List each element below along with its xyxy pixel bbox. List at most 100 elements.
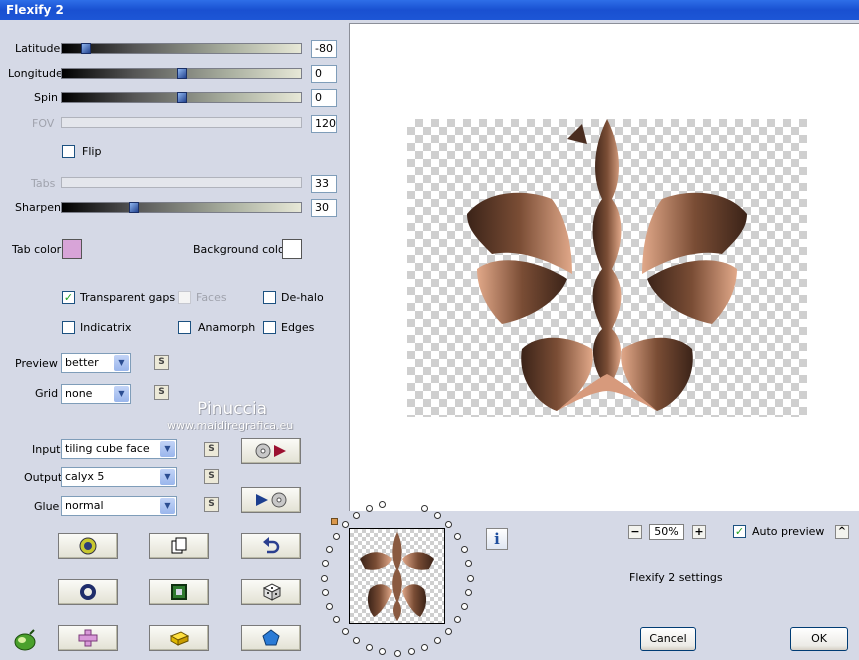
glue-select[interactable]: normal ▼	[61, 496, 177, 516]
navigator-ring-dot[interactable]	[454, 616, 462, 624]
spin-slider-thumb[interactable]	[176, 92, 187, 103]
glue-shortcut-button[interactable]: S	[204, 497, 219, 512]
random-settings-button[interactable]	[58, 533, 118, 559]
indicatrix-checkbox[interactable]	[62, 321, 75, 334]
flexify-logo-icon	[14, 629, 36, 651]
spin-label: Spin	[34, 91, 58, 104]
latitude-slider[interactable]	[61, 43, 302, 54]
navigator-ring-dot[interactable]	[341, 627, 349, 635]
title-bar: Flexify 2	[0, 0, 859, 20]
navigator-ring-dot[interactable]	[341, 521, 349, 529]
spin-value[interactable]: 0	[311, 89, 337, 107]
edges-checkbox[interactable]	[263, 321, 276, 334]
navigator-ring-dot[interactable]	[326, 545, 334, 553]
chevron-down-icon: ▼	[160, 469, 175, 485]
settings-name: Flexify 2 settings	[629, 571, 723, 584]
de-halo-checkbox[interactable]	[263, 291, 276, 304]
chevron-down-icon: ▼	[160, 441, 175, 457]
navigator-ring-dot[interactable]	[407, 648, 415, 656]
undo-button[interactable]	[241, 533, 301, 559]
navigator-ring-dot[interactable]	[434, 636, 442, 644]
chevron-down-icon: ▼	[160, 498, 175, 514]
info-button[interactable]: i	[486, 528, 508, 550]
navigator-ring-dot[interactable]	[466, 574, 474, 582]
sharpen-slider-thumb[interactable]	[128, 202, 139, 213]
spin-slider[interactable]	[61, 92, 302, 103]
navigator-ring-dot[interactable]	[445, 521, 453, 529]
pentagon-shape-button[interactable]	[241, 625, 301, 651]
background-color-swatch[interactable]	[282, 239, 302, 259]
ok-button[interactable]: OK	[790, 627, 848, 651]
navigator-ring-dot[interactable]	[365, 505, 373, 513]
navigator-ring-dot[interactable]	[332, 616, 340, 624]
tabs-value: 33	[311, 175, 337, 193]
cross-shape-button[interactable]	[58, 625, 118, 651]
pentagon-icon	[262, 629, 280, 646]
navigator-ring-dot[interactable]	[434, 512, 442, 520]
output-select[interactable]: calyx 5 ▼	[61, 467, 177, 487]
navigator-ring-dot[interactable]	[465, 589, 473, 597]
export-image-button[interactable]	[241, 487, 301, 513]
anamorph-checkbox[interactable]	[178, 321, 191, 334]
chevron-down-icon: ▼	[114, 386, 129, 402]
cancel-button[interactable]: Cancel	[640, 627, 696, 651]
navigator-ring-dot[interactable]	[460, 545, 468, 553]
preview-flexified-image	[467, 119, 747, 411]
preview-canvas[interactable]	[349, 23, 859, 511]
edges-label: Edges	[281, 321, 315, 334]
input-value: tiling cube face	[65, 442, 150, 455]
navigator-ring-dot[interactable]	[465, 559, 473, 567]
navigator-ring-dot[interactable]	[332, 532, 340, 540]
output-label: Output	[24, 471, 63, 484]
navigator-ring-dot[interactable]	[326, 603, 334, 611]
navigator-ring-dot[interactable]	[320, 574, 328, 582]
navigator-ring-dot[interactable]	[421, 643, 429, 651]
navigator-ring-dot[interactable]	[321, 589, 329, 597]
navigator-ring-dot[interactable]	[379, 648, 387, 656]
longitude-slider[interactable]	[61, 68, 302, 79]
preview-shortcut-button[interactable]: S	[154, 355, 169, 370]
brick-button[interactable]	[149, 625, 209, 651]
tab-color-swatch[interactable]	[62, 239, 82, 259]
glue-label: Glue	[34, 500, 60, 513]
faces-checkbox	[178, 291, 191, 304]
navigator-thumbnail[interactable]	[349, 528, 445, 624]
square-shape-button[interactable]	[149, 579, 209, 605]
navigator-ring-dot[interactable]	[454, 532, 462, 540]
navigator-ring-dot[interactable]	[393, 649, 401, 657]
navigator-ring-dot[interactable]	[352, 636, 360, 644]
navigator-ring-dot[interactable]	[421, 505, 429, 513]
navigator-ring-dot[interactable]	[460, 603, 468, 611]
zoom-in-button[interactable]: +	[692, 525, 706, 539]
window-title: Flexify 2	[6, 3, 64, 17]
import-image-button[interactable]	[241, 438, 301, 464]
latitude-slider-thumb[interactable]	[80, 43, 91, 54]
flip-label: Flip	[82, 145, 102, 158]
input-select[interactable]: tiling cube face ▼	[61, 439, 177, 459]
navigator-ring-dot[interactable]	[352, 512, 360, 520]
longitude-slider-thumb[interactable]	[176, 68, 187, 79]
sharpen-value[interactable]: 30	[311, 199, 337, 217]
navigator-ring-dot[interactable]	[365, 643, 373, 651]
input-shortcut-button[interactable]: S	[204, 442, 219, 457]
grid-select[interactable]: none ▼	[61, 384, 131, 404]
circle-shape-button[interactable]	[58, 579, 118, 605]
latitude-label: Latitude	[15, 42, 61, 55]
navigator-ring-dot[interactable]	[445, 627, 453, 635]
dice-button[interactable]	[241, 579, 301, 605]
zoom-out-button[interactable]: −	[628, 525, 642, 539]
grid-shortcut-button[interactable]: S	[154, 385, 169, 400]
preview-quality-select[interactable]: better ▼	[61, 353, 131, 373]
output-shortcut-button[interactable]: S	[204, 469, 219, 484]
latitude-value[interactable]: -80	[311, 40, 337, 58]
navigator-ring-dot[interactable]	[321, 559, 329, 567]
flip-checkbox[interactable]	[62, 145, 75, 158]
expand-panel-button[interactable]: ^	[835, 525, 849, 539]
auto-preview-checkbox[interactable]: ✓	[733, 525, 746, 538]
transparent-gaps-checkbox[interactable]: ✓	[62, 291, 75, 304]
copy-button[interactable]	[149, 533, 209, 559]
navigator-handle[interactable]	[331, 518, 338, 525]
sharpen-slider[interactable]	[61, 202, 302, 213]
de-halo-label: De-halo	[281, 291, 324, 304]
longitude-value[interactable]: 0	[311, 65, 337, 83]
